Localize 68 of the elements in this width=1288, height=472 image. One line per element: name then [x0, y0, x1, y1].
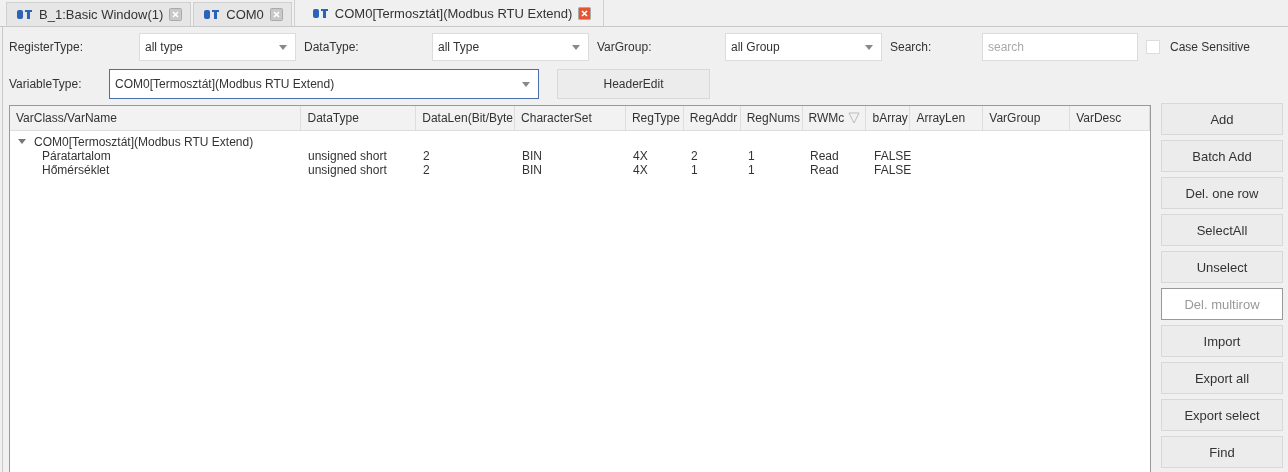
- table-cell: 1: [691, 163, 698, 177]
- table-cell: unsigned short: [308, 163, 387, 177]
- action-button[interactable]: Add: [1161, 103, 1283, 135]
- caret-icon: [572, 44, 580, 50]
- header-edit-button[interactable]: HeaderEdit: [557, 69, 710, 99]
- app-logo-icon: [17, 9, 33, 20]
- table-cell: 4X: [633, 163, 648, 177]
- table-cell: 1: [748, 149, 755, 163]
- column-header[interactable]: VarGroup: [983, 106, 1071, 130]
- table-cell-text: Hőmérséklet: [41, 163, 110, 177]
- filter-icon[interactable]: [848, 112, 861, 124]
- var-group-dropdown[interactable]: all Group: [725, 33, 882, 61]
- column-header[interactable]: RegType: [625, 106, 684, 130]
- column-header[interactable]: DataType: [301, 106, 417, 130]
- field-label: Search:: [890, 40, 933, 54]
- data-type-dropdown[interactable]: all Type: [432, 33, 589, 61]
- variable-type-dropdown[interactable]: COM0[Termosztát](Modbus RTU Extend): [109, 69, 539, 99]
- caret-icon: [279, 44, 287, 50]
- close-icon[interactable]: [169, 8, 183, 21]
- field-label: VariableType:: [9, 77, 83, 91]
- column-header[interactable]: CharacterSet: [515, 106, 626, 130]
- table-cell: Read: [810, 163, 839, 177]
- field-label: RegisterType:: [9, 40, 85, 54]
- caret-icon: [522, 81, 530, 87]
- tree-node[interactable]: COM0[Termosztát](Modbus RTU Extend): [34, 135, 254, 149]
- column-header[interactable]: bArray: [866, 106, 911, 130]
- table-cell: unsigned short: [308, 149, 387, 163]
- register-type-dropdown[interactable]: all type: [139, 33, 296, 61]
- action-button[interactable]: SelectAll: [1161, 214, 1283, 246]
- search-field[interactable]: search: [982, 33, 1138, 61]
- table-cell: 2: [423, 163, 430, 177]
- column-header[interactable]: RegNums: [740, 106, 803, 130]
- table-cell: FALSE: [874, 163, 912, 177]
- action-button[interactable]: Export select: [1161, 399, 1283, 431]
- tab[interactable]: B_1:Basic Window(1): [6, 2, 192, 26]
- column-header[interactable]: VarClass/VarName: [10, 106, 302, 130]
- close-icon[interactable]: [269, 8, 283, 21]
- column-header[interactable]: RegAddr: [683, 106, 741, 130]
- table-cell: 1: [748, 163, 755, 177]
- action-button[interactable]: Del. one row: [1161, 177, 1283, 209]
- caret-icon: [865, 44, 873, 50]
- app-logo-icon: [312, 7, 329, 19]
- action-button[interactable]: Unselect: [1161, 251, 1283, 283]
- table-cell: BIN: [522, 163, 542, 177]
- table-cell: Read: [810, 149, 839, 163]
- action-button[interactable]: Batch Add: [1161, 140, 1283, 172]
- column-header[interactable]: RWMc: [802, 106, 867, 130]
- checkbox-label: Case Sensitive: [1170, 40, 1251, 54]
- table-cell-text: Páratartalom: [41, 149, 111, 163]
- table-cell: 4X: [633, 149, 648, 163]
- checkbox[interactable]: [1146, 40, 1160, 54]
- table-cell: 2: [423, 149, 430, 163]
- field-label: VarGroup:: [597, 40, 653, 54]
- tab[interactable]: COM0[Termosztát](Modbus RTU Extend): [293, 0, 605, 26]
- action-button[interactable]: Export all: [1161, 362, 1283, 394]
- expand-icon[interactable]: [18, 139, 26, 145]
- table-cell: FALSE: [874, 149, 912, 163]
- column-header[interactable]: DataLen(Bit/Byte: [416, 106, 516, 130]
- field-label: DataType:: [304, 40, 360, 54]
- close-icon[interactable]: [578, 6, 592, 20]
- table-cell: 2: [691, 149, 698, 163]
- column-header[interactable]: ArrayLen: [910, 106, 984, 130]
- table-cell: BIN: [522, 149, 542, 163]
- app-logo-icon: [204, 9, 221, 20]
- column-header[interactable]: VarDesc: [1070, 106, 1150, 130]
- action-button[interactable]: Find: [1161, 436, 1283, 468]
- action-button[interactable]: Import: [1161, 325, 1283, 357]
- tab[interactable]: COM0: [193, 2, 292, 26]
